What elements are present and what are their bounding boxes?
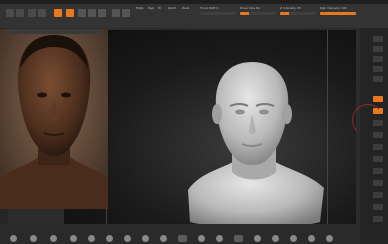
sq-icon[interactable] — [38, 9, 46, 17]
solo-icon[interactable] — [373, 216, 383, 222]
rgb-intensity-fill — [320, 12, 356, 15]
brush-17-icon[interactable] — [308, 235, 315, 242]
brush-14-icon[interactable] — [254, 235, 261, 242]
head — [215, 62, 289, 165]
brush-icon[interactable] — [16, 9, 24, 17]
left-eye — [235, 109, 245, 115]
draw-mode-button[interactable] — [66, 9, 74, 17]
rotate-icon[interactable] — [373, 192, 383, 198]
focal-shift-slider[interactable] — [200, 12, 236, 15]
brush-icon[interactable] — [6, 9, 14, 17]
reference-title-bar — [10, 29, 100, 34]
edit-mode-button[interactable] — [54, 9, 62, 17]
zadd-toggle[interactable]: Zadd — [168, 6, 176, 10]
portrait-right-eye — [61, 92, 71, 98]
brush-12-icon[interactable] — [216, 235, 223, 242]
title-strip — [0, 0, 388, 4]
brush-3-icon[interactable] — [50, 235, 57, 242]
sculpted-head-model[interactable] — [180, 60, 328, 230]
draw-size-label: Draw Size 64 — [240, 6, 260, 10]
zsub-toggle[interactable]: Zsub — [182, 6, 189, 10]
brush-10-icon[interactable] — [178, 235, 187, 242]
tool-icon[interactable] — [122, 9, 130, 17]
rotate-icon[interactable] — [98, 9, 106, 17]
actual-icon[interactable] — [373, 76, 383, 82]
scroll-icon[interactable] — [373, 56, 383, 62]
brush-13-icon[interactable] — [234, 235, 243, 242]
spix-icon[interactable] — [373, 46, 383, 52]
brush-16-icon[interactable] — [290, 235, 297, 242]
brush-15-icon[interactable] — [272, 235, 279, 242]
move-icon[interactable] — [78, 9, 86, 17]
portrait-left-eye — [37, 92, 47, 98]
rgb-intensity-label: Rgb Intensity 100 — [320, 6, 347, 10]
z-intensity-label: Z Intensity 25 — [280, 6, 301, 10]
draw-size-slider[interactable] — [240, 12, 276, 15]
tool-icon[interactable] — [112, 9, 120, 17]
persp-icon[interactable] — [373, 96, 383, 102]
scale-icon[interactable] — [88, 9, 96, 17]
reference-image-panel[interactable] — [0, 29, 108, 209]
z-intensity-fill — [280, 12, 289, 15]
brush-6-icon[interactable] — [106, 235, 113, 242]
frame-icon[interactable] — [373, 156, 383, 162]
brush-4-icon[interactable] — [70, 235, 77, 242]
bpr-icon[interactable] — [373, 36, 383, 42]
reference-portrait — [0, 29, 108, 209]
move-icon[interactable] — [373, 168, 383, 174]
m-toggle[interactable]: M — [158, 6, 161, 10]
draw-size-fill — [240, 12, 249, 15]
brush-5-icon[interactable] — [88, 235, 95, 242]
brush-7-icon[interactable] — [124, 235, 131, 242]
brush-2-icon[interactable] — [30, 235, 37, 242]
left-ear — [212, 104, 222, 124]
zoom-icon[interactable] — [373, 66, 383, 72]
rgb-toggle[interactable]: Rgb — [148, 6, 154, 10]
brush-8-icon[interactable] — [142, 235, 149, 242]
brush-18-icon[interactable] — [326, 235, 333, 242]
brush-9-icon[interactable] — [160, 235, 167, 242]
rgb-intensity-slider[interactable] — [320, 12, 356, 15]
edit-icon[interactable] — [28, 9, 36, 17]
brush-1-icon[interactable] — [10, 235, 17, 242]
right-ear — [282, 104, 292, 124]
mrgb-toggle[interactable]: Mrgb — [136, 6, 144, 10]
right-eye — [259, 109, 269, 115]
focal-shift-label: Focal Shift 0 — [200, 6, 219, 10]
z-intensity-slider[interactable] — [280, 12, 316, 15]
polyf-icon[interactable] — [373, 204, 383, 210]
xyz-icon[interactable] — [373, 144, 383, 150]
brush-11-icon[interactable] — [198, 235, 205, 242]
rotate-gizmo[interactable] — [352, 104, 384, 136]
scale-icon[interactable] — [373, 180, 383, 186]
